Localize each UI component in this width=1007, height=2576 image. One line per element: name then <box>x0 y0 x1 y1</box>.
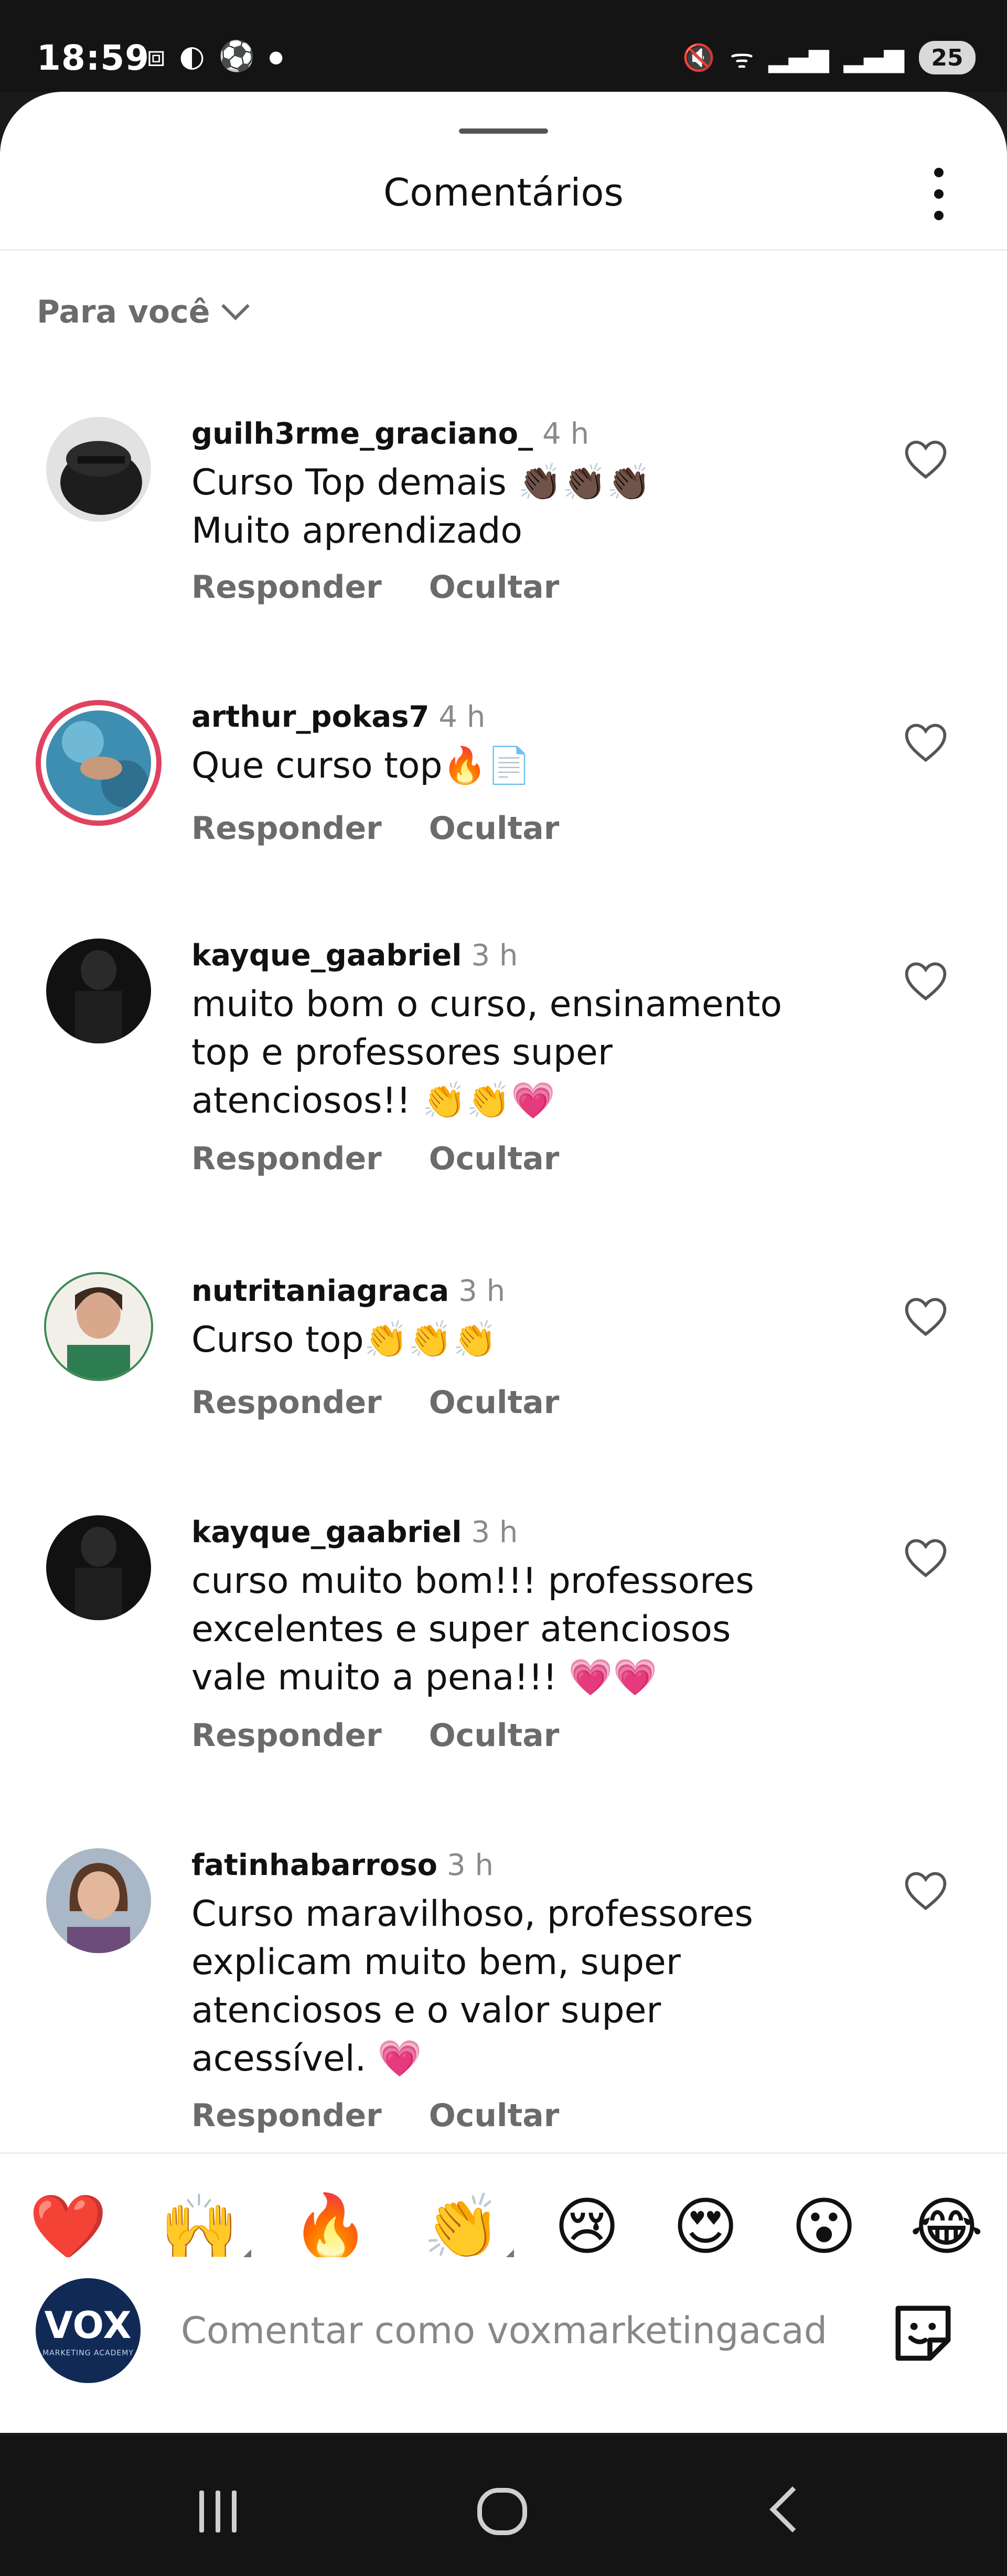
reaction-crying[interactable]: 😢 <box>554 2191 620 2264</box>
comment-composer: VOX MARKETING ACADEMY <box>0 2257 1007 2386</box>
reaction-heart[interactable]: ❤️ <box>29 2191 107 2264</box>
hide-button[interactable]: Ocultar <box>429 569 560 606</box>
comments-sheet: Comentários Para você guilh3rme_graciano… <box>0 92 1007 2433</box>
comment-text: Curso maravilhoso, professores explicam … <box>191 1893 753 2079</box>
divider <box>0 249 1007 251</box>
mute-icon: 🔇 <box>682 42 715 73</box>
like-heart-icon[interactable] <box>902 721 949 763</box>
like-heart-icon[interactable] <box>902 438 949 480</box>
like-heart-icon[interactable] <box>902 1869 949 1911</box>
signal-icon: ▂▄▆ <box>768 42 829 73</box>
status-bar: 18:59 ⧈ ◐ ⚽ ● 🔇 ᯤ ▂▄▆ ▂▄▆ 25 <box>0 0 1007 92</box>
status-right-icons: 🔇 ᯤ ▂▄▆ ▂▄▆ 25 <box>682 40 976 76</box>
hide-button[interactable]: Ocultar <box>429 1384 560 1421</box>
sticker-icon[interactable] <box>886 2299 960 2367</box>
avatar[interactable] <box>46 417 151 522</box>
filter-label: Para você <box>37 294 210 330</box>
comment-text: muito bom o curso, ensinamento top e pro… <box>191 984 783 1122</box>
reaction-heart-eyes[interactable]: 😍 <box>673 2191 738 2264</box>
reaction-surprised[interactable]: 😮 <box>791 2191 857 2264</box>
notification-dot-icon: ● <box>269 47 284 67</box>
comment-text: Que curso top🔥📄 <box>191 745 531 786</box>
reaction-fire[interactable]: 🔥 <box>292 2191 370 2264</box>
filter-dropdown[interactable]: Para você <box>37 292 250 330</box>
sheet-title: Comentários <box>383 170 624 214</box>
like-heart-icon[interactable] <box>902 1536 949 1578</box>
comment-username[interactable]: kayque_gaabriel <box>191 939 462 973</box>
screenshot-icon: ⧈ <box>147 39 166 73</box>
comment-username[interactable]: guilh3rme_graciano_ <box>191 417 533 451</box>
reaction-clap-glyph: 👏 <box>423 2191 501 2264</box>
comment-username[interactable]: nutritaniagraca <box>191 1274 449 1308</box>
more-options-icon[interactable] <box>928 168 949 220</box>
avatar[interactable]: VOX MARKETING ACADEMY <box>36 2278 141 2383</box>
soccer-ball-icon: ⚽ <box>218 39 255 73</box>
signal-icon: ▂▄▆ <box>843 42 904 73</box>
hide-button[interactable]: Ocultar <box>429 1717 560 1754</box>
reaction-raised-hands[interactable]: 🙌 <box>160 2191 251 2264</box>
hide-button[interactable]: Ocultar <box>429 810 560 847</box>
reply-button[interactable]: Responder <box>191 2097 382 2134</box>
reply-button[interactable]: Responder <box>191 1384 382 1421</box>
comment-time: 3 h <box>471 939 518 973</box>
comment-time: 3 h <box>458 1274 506 1308</box>
reaction-raised-hands-glyph: 🙌 <box>160 2191 239 2264</box>
reply-button[interactable]: Responder <box>191 1717 382 1754</box>
battery-indicator: 25 <box>919 41 976 74</box>
status-time: 18:59 <box>37 38 150 78</box>
home-button-icon[interactable] <box>477 2488 527 2535</box>
hide-button[interactable]: Ocultar <box>429 1140 560 1177</box>
avatar[interactable] <box>46 710 151 815</box>
reply-button[interactable]: Responder <box>191 569 382 606</box>
comment-time: 4 h <box>438 700 486 734</box>
back-button-icon[interactable] <box>769 2486 816 2532</box>
status-left-icons: ⧈ ◐ ⚽ ● <box>147 41 283 72</box>
emoji-row: ❤️ 🙌 🔥 👏 😢 😍 😮 😂 <box>29 2191 983 2264</box>
reply-button[interactable]: Responder <box>191 810 382 847</box>
chevron-down-icon <box>221 292 250 320</box>
comment-time: 3 h <box>471 1515 518 1549</box>
dark-mode-icon: ◐ <box>179 39 205 73</box>
avatar[interactable] <box>46 1515 151 1620</box>
like-heart-icon[interactable] <box>902 960 949 1001</box>
avatar[interactable] <box>46 1274 151 1379</box>
wifi-icon: ᯤ <box>730 44 754 74</box>
like-heart-icon[interactable] <box>902 1295 949 1337</box>
system-nav-bar <box>0 2435 1007 2576</box>
avatar-brand-subtext: MARKETING ACADEMY <box>42 2349 134 2357</box>
sheet-grabber[interactable] <box>459 128 548 134</box>
comment-username[interactable]: kayque_gaabriel <box>191 1515 462 1549</box>
comment-text: Curso Top demais 👏🏿👏🏿👏🏿 Muito aprendizad… <box>191 462 651 552</box>
reaction-laughing[interactable]: 😂 <box>910 2191 983 2264</box>
avatar[interactable] <box>46 1848 151 1953</box>
reply-button[interactable]: Responder <box>191 1140 382 1177</box>
recents-button-icon[interactable] <box>199 2491 237 2532</box>
comment-input[interactable] <box>181 2302 858 2359</box>
avatar[interactable] <box>46 939 151 1043</box>
reaction-clap[interactable]: 👏 <box>423 2191 514 2264</box>
comment-text: Curso top👏👏👏 <box>191 1319 497 1361</box>
comment-username[interactable]: fatinhabarroso <box>191 1848 437 1882</box>
comment-text: curso muito bom!!! professores excelente… <box>191 1560 754 1698</box>
comment-time: 3 h <box>447 1848 494 1882</box>
comment-username[interactable]: arthur_pokas7 <box>191 700 429 734</box>
hide-button[interactable]: Ocultar <box>429 2097 560 2134</box>
comment-time: 4 h <box>542 417 590 451</box>
avatar-brand-text: VOX <box>44 2304 132 2347</box>
